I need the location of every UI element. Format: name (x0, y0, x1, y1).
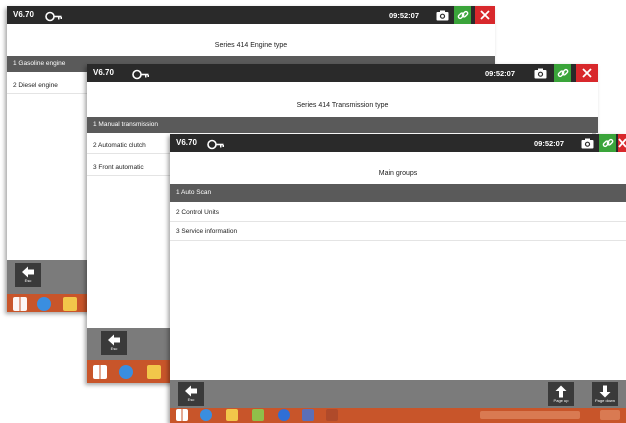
close-button[interactable] (475, 6, 495, 24)
page-up-icon (555, 385, 567, 398)
internet-explorer-icon[interactable] (37, 297, 51, 311)
clock: 09:52:07 (485, 69, 516, 78)
key-icon (45, 9, 63, 22)
back-arrow-icon (22, 266, 34, 278)
back-button[interactable]: Esc (101, 331, 127, 355)
link-button[interactable] (454, 6, 471, 24)
windows-start-icon[interactable] (13, 297, 27, 311)
paint-icon[interactable] (252, 409, 264, 421)
back-arrow-icon (108, 334, 120, 346)
clock: 09:52:07 (389, 11, 420, 20)
clock: 09:52:07 (534, 139, 565, 148)
title-bar: V6.70 09:52:07 (170, 134, 626, 152)
page-down-label: Page down (594, 398, 615, 403)
back-button-label: Esc (24, 278, 32, 283)
footer-bar: Esc Page up Page down (170, 380, 626, 408)
list-item-control-units[interactable]: 2 Control Units (170, 204, 626, 222)
page-up-label: Page up (553, 398, 569, 403)
title-bar: V6.70 09:52:07 (7, 6, 495, 24)
page-up-button[interactable]: Page up (548, 382, 574, 406)
back-arrow-icon (185, 385, 197, 397)
close-button[interactable] (576, 64, 598, 82)
tray-clock-icon[interactable] (600, 410, 620, 420)
page-down-icon (599, 385, 611, 398)
back-button[interactable]: Esc (178, 382, 204, 406)
file-explorer-icon[interactable] (226, 409, 238, 421)
link-button[interactable] (599, 134, 616, 152)
tool-icon[interactable] (302, 409, 314, 421)
link-icon (557, 68, 568, 78)
page-down-button[interactable]: Page down (592, 382, 618, 406)
link-icon (602, 138, 613, 148)
system-tray-icon[interactable] (480, 411, 580, 419)
page-title: Series 414 Transmission type (296, 102, 389, 109)
camera-icon (534, 68, 547, 78)
link-button[interactable] (554, 64, 571, 82)
page-title: Series 414 Engine type (214, 42, 288, 49)
window-main-groups: V6.70 09:52:07 Main groups 1 Auto Scan 2… (170, 134, 626, 423)
back-button-label: Esc (187, 397, 195, 402)
list-item-service-information[interactable]: 3 Service information (170, 223, 626, 241)
windows-start-icon[interactable] (93, 365, 107, 379)
key-icon (132, 67, 150, 80)
close-icon (618, 138, 626, 148)
chrome-icon[interactable] (278, 409, 290, 421)
close-button[interactable] (618, 134, 626, 152)
close-icon (582, 68, 592, 78)
screenshot-button[interactable] (434, 6, 451, 24)
title-bar: V6.70 09:52:07 (87, 64, 598, 82)
link-icon (457, 10, 468, 20)
taskbar (170, 408, 626, 423)
camera-icon (581, 138, 594, 148)
list-item-auto-scan[interactable]: 1 Auto Scan (170, 184, 626, 202)
camera-icon (436, 10, 449, 20)
app-version: V6.70 (93, 68, 114, 77)
windows-start-icon[interactable] (176, 409, 188, 421)
screenshot-button[interactable] (532, 64, 549, 82)
key-icon (207, 137, 225, 150)
screenshot-button[interactable] (579, 134, 596, 152)
internet-explorer-icon[interactable] (119, 365, 133, 379)
app-version: V6.70 (13, 10, 34, 19)
back-button[interactable]: Esc (15, 263, 41, 287)
file-explorer-icon[interactable] (147, 365, 161, 379)
list-item-manual-transmission[interactable]: 1 Manual transmission (87, 117, 598, 133)
file-explorer-icon[interactable] (63, 297, 77, 311)
close-icon (480, 10, 490, 20)
page-title: Main groups (378, 170, 418, 177)
pen-icon[interactable] (326, 409, 338, 421)
internet-explorer-icon[interactable] (200, 409, 212, 421)
app-version: V6.70 (176, 138, 197, 147)
back-button-label: Esc (110, 346, 118, 351)
